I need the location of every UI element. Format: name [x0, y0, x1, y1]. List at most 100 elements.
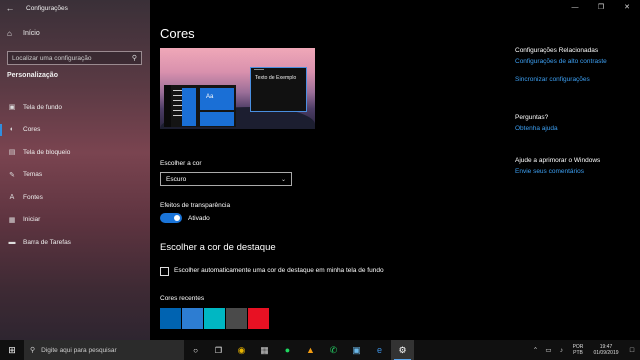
- color-swatch[interactable]: [226, 308, 247, 329]
- restore-button[interactable]: ❐: [588, 0, 614, 14]
- preview-start-menu: Aa: [164, 85, 236, 127]
- recent-colors: [160, 308, 269, 329]
- keyboard-layout: PTB: [573, 350, 583, 356]
- sync-settings-link[interactable]: Sincronizar configurações: [515, 76, 607, 83]
- title-bar: ← Configurações: [0, 0, 150, 16]
- home-icon: ⌂: [7, 28, 12, 38]
- color-mode-value: Escuro: [166, 175, 187, 183]
- color-swatch[interactable]: [204, 308, 225, 329]
- sidebar-item-cores[interactable]: ◐ Cores: [0, 119, 150, 142]
- high-contrast-link[interactable]: Configurações de alto contraste: [515, 58, 607, 65]
- settings-icon: ⚙: [398, 344, 407, 355]
- edge-button[interactable]: e: [368, 340, 391, 360]
- start-button[interactable]: ⊞: [0, 340, 24, 360]
- arrow-left-icon: ←: [5, 3, 15, 13]
- chrome-button[interactable]: ◉: [230, 340, 253, 360]
- choose-color-label: Escolher a cor: [160, 160, 202, 167]
- chrome-icon: ◉: [237, 344, 246, 355]
- notes-icon: ▣: [352, 344, 361, 355]
- sidebar-item-label: Temas: [23, 171, 43, 179]
- spotify-button[interactable]: ●: [276, 340, 299, 360]
- questions-section: Perguntas? Obtenha ajuda: [515, 114, 558, 132]
- home-label: Início: [23, 29, 40, 37]
- color-swatch[interactable]: [160, 308, 181, 329]
- app-title: Configurações: [26, 4, 68, 12]
- task-view-icon: ❐: [214, 345, 223, 355]
- calculator-button[interactable]: ▦: [253, 340, 276, 360]
- language-indicator[interactable]: POR PTB: [568, 344, 588, 356]
- nav-list: ▣ Tela de fundo ◐ Cores ▤ Tela de bloque…: [0, 96, 150, 254]
- auto-accent-checkbox[interactable]: [160, 267, 169, 276]
- back-button[interactable]: ←: [0, 0, 20, 16]
- brush-icon: ✎: [9, 171, 15, 179]
- sidebar-item-label: Barra de Tarefas: [23, 238, 71, 246]
- section-label: Personalização: [7, 72, 58, 79]
- spotify-icon: ●: [284, 345, 291, 355]
- transparency-state: Ativado: [188, 214, 210, 222]
- volume-icon: ♪: [559, 346, 564, 354]
- send-feedback-link[interactable]: Envie seus comentários: [515, 168, 600, 175]
- accent-color-heading: Escolher a cor de destaque: [160, 242, 276, 253]
- start-menu-icon: ▦: [8, 216, 16, 224]
- network-button[interactable]: ▭: [542, 340, 555, 360]
- theme-preview: Aa Texto de Exemplo: [160, 48, 315, 129]
- font-icon: A: [9, 193, 15, 201]
- settings-search-box[interactable]: ⚲: [7, 51, 142, 65]
- preview-tile-label: Aa: [206, 94, 214, 100]
- transparency-toggle-row: Ativado: [160, 213, 210, 223]
- feedback-heading: Ajude a aprimorar o Windows: [515, 157, 601, 164]
- show-hidden-icons-button[interactable]: ⌃: [529, 340, 542, 360]
- volume-button[interactable]: ♪: [555, 340, 568, 360]
- preview-window: Texto de Exemplo: [250, 67, 307, 112]
- transparency-toggle[interactable]: [160, 213, 182, 223]
- chevron-down-icon: ⌄: [280, 176, 286, 183]
- recent-colors-label: Cores recentes: [160, 295, 205, 302]
- sidebar-item-tela-de-fundo[interactable]: ▣ Tela de fundo: [0, 96, 150, 119]
- whatsapp-button[interactable]: ✆: [322, 340, 345, 360]
- questions-heading: Perguntas?: [515, 114, 549, 121]
- task-view-button[interactable]: ❐: [207, 340, 230, 360]
- sidebar-item-fontes[interactable]: A Fontes: [0, 186, 150, 209]
- search-icon[interactable]: ⚲: [132, 54, 137, 62]
- clock[interactable]: 19:47 01/09/2019: [588, 344, 624, 356]
- picture-icon: ▣: [8, 104, 16, 112]
- search-icon: ⚲: [30, 347, 36, 354]
- window-controls: — ❐ ✕: [562, 0, 640, 14]
- sidebar-item-barra-de-tarefas[interactable]: ▬ Barra de Tarefas: [0, 231, 150, 254]
- close-button[interactable]: ✕: [614, 0, 640, 14]
- color-swatch[interactable]: [182, 308, 203, 329]
- cortana-button[interactable]: ○: [184, 340, 207, 360]
- notification-icon: □: [629, 346, 635, 354]
- auto-accent-row: Escolher automaticamente uma cor de dest…: [160, 266, 389, 276]
- taskbar: ⊞ ⚲ ○ ❐ ◉ ▦ ● ▲ ✆ ▣ e ⚙ ⌃ ▭ ♪ POR PTB 19…: [0, 340, 640, 360]
- action-center-button[interactable]: □: [624, 340, 640, 360]
- taskbar-search-input[interactable]: [41, 346, 162, 354]
- page-title: Cores: [160, 26, 195, 41]
- media-player-icon: ▲: [306, 345, 315, 355]
- sidebar-item-tela-de-bloqueio[interactable]: ▤ Tela de bloqueio: [0, 141, 150, 164]
- media-player-button[interactable]: ▲: [299, 340, 322, 360]
- get-help-link[interactable]: Obtenha ajuda: [515, 125, 558, 132]
- minimize-icon: —: [571, 3, 579, 11]
- calculator-icon: ▦: [260, 344, 269, 355]
- restore-icon: ❐: [597, 4, 605, 11]
- sidebar-item-label: Tela de fundo: [23, 103, 63, 111]
- related-heading: Configurações Relacionadas: [515, 47, 599, 54]
- sidebar: ← Configurações ⌂ Início ⚲ Personalizaçã…: [0, 0, 150, 340]
- minimize-button[interactable]: —: [562, 0, 588, 14]
- settings-taskbar-button[interactable]: ⚙: [391, 340, 414, 360]
- clock-date: 01/09/2019: [593, 350, 619, 356]
- preview-start-rail: [164, 85, 171, 127]
- main-content: — ❐ ✕ Cores Aa Texto de Exemplo Escolher…: [150, 0, 640, 340]
- sidebar-item-temas[interactable]: ✎ Temas: [0, 164, 150, 187]
- home-nav-item[interactable]: ⌂ Início: [0, 26, 150, 40]
- color-swatch[interactable]: [248, 308, 269, 329]
- taskbar-search[interactable]: ⚲: [24, 340, 184, 360]
- color-mode-dropdown[interactable]: Escuro ⌄: [160, 172, 292, 186]
- notes-button[interactable]: ▣: [345, 340, 368, 360]
- lock-screen-icon: ▤: [8, 149, 16, 157]
- transparency-label: Efeitos de transparência: [160, 202, 231, 209]
- palette-icon: ◐: [9, 126, 15, 134]
- settings-search-input[interactable]: [12, 54, 122, 62]
- sidebar-item-iniciar[interactable]: ▦ Iniciar: [0, 209, 150, 232]
